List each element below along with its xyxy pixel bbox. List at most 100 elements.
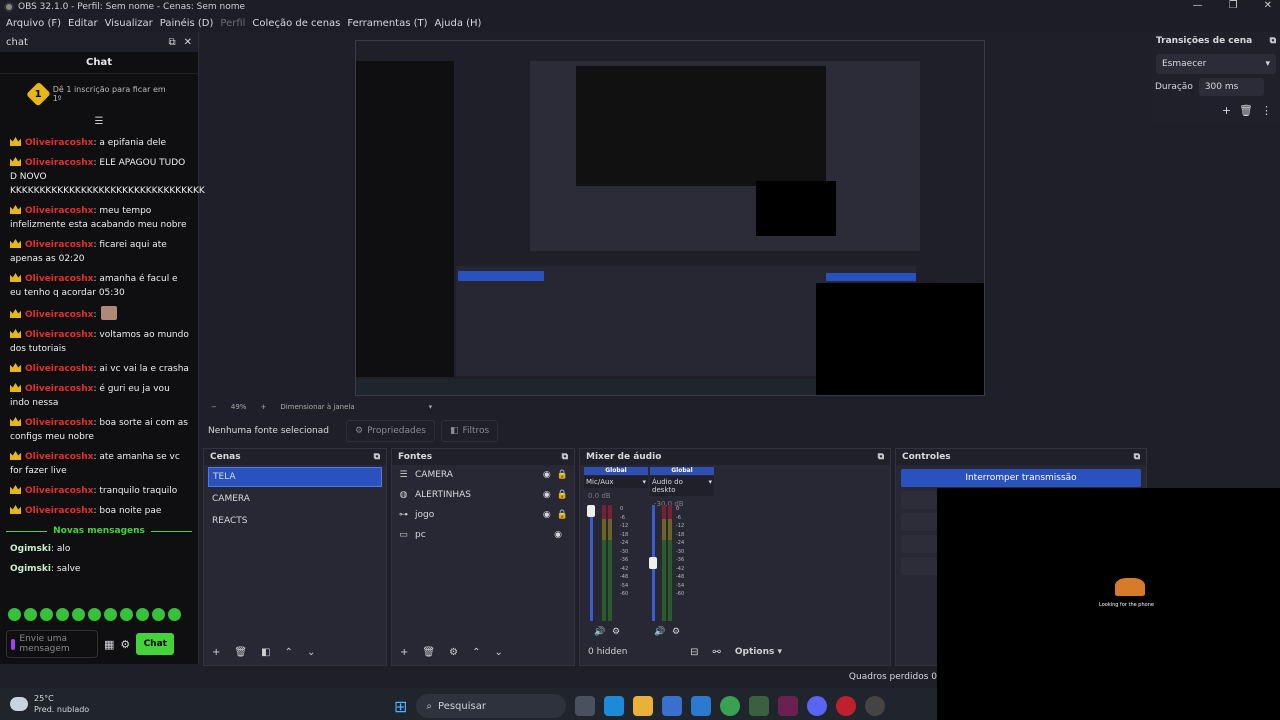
emote-icon[interactable] xyxy=(120,608,133,621)
emote-icon[interactable] xyxy=(136,608,149,621)
layout-icon[interactable]: ⊟ xyxy=(690,647,698,658)
more-icon[interactable]: ⋮ xyxy=(1261,104,1272,117)
emote-icon[interactable] xyxy=(104,608,117,621)
chat-input[interactable]: Envie uma mensagem xyxy=(6,630,98,658)
delete-scene-icon[interactable]: 🗑 xyxy=(234,647,247,658)
menu-colecao-cenas[interactable]: Coleção de cenas xyxy=(252,18,340,29)
mixer-channel-name[interactable]: Mic/Aux ▾ xyxy=(584,476,648,488)
source-item-camera[interactable]: ☰ CAMERA ◉ 🔒 xyxy=(392,465,574,485)
undock-icon[interactable]: ⧉ xyxy=(1134,452,1140,462)
chat-username[interactable]: Oliveiracoshx xyxy=(25,486,93,496)
add-transition-button[interactable]: + xyxy=(1222,104,1231,117)
menu-editar[interactable]: Editar xyxy=(68,18,98,29)
transition-select[interactable]: Esmaecer ▾ xyxy=(1156,54,1276,74)
lock-icon[interactable]: 🔒 xyxy=(557,470,568,480)
mic-icon[interactable] xyxy=(11,638,16,650)
delete-transition-icon[interactable]: 🗑 xyxy=(1239,104,1253,117)
menu-arquivo[interactable]: Arquivo (F) xyxy=(6,18,61,29)
scene-item-camera[interactable]: CAMERA xyxy=(208,489,382,509)
move-up-icon[interactable]: ⌃ xyxy=(285,647,293,658)
move-down-icon[interactable]: ⌄ xyxy=(307,647,315,658)
filters-button[interactable]: ◧ Filtros xyxy=(440,419,499,442)
mixer-options-button[interactable]: Options ▾ xyxy=(735,647,782,657)
file-explorer-icon[interactable] xyxy=(633,696,654,716)
duration-input[interactable]: 300 ms xyxy=(1198,78,1264,96)
move-down-icon[interactable]: ⌄ xyxy=(494,647,502,658)
source-item-alertinhas[interactable]: ◍ ALERTINHAS ◉ 🔒 xyxy=(392,485,574,505)
weather-widget[interactable]: 25°C Pred. nublado xyxy=(0,693,89,715)
source-settings-icon[interactable]: ⚙ xyxy=(449,647,458,658)
zoom-out-button[interactable]: − xyxy=(211,403,217,411)
capcut-icon[interactable] xyxy=(778,696,799,716)
chat-username[interactable]: Ogimski xyxy=(10,564,51,574)
emote-icon[interactable] xyxy=(40,608,53,621)
menu-ajuda[interactable]: Ajuda (H) xyxy=(435,18,482,29)
chat-username[interactable]: Oliveiracoshx xyxy=(25,310,93,320)
source-item-pc[interactable]: ▭ pc ◉ xyxy=(392,525,574,545)
undock-icon[interactable]: ⧉ xyxy=(562,452,568,462)
undock-icon[interactable]: ⧉ xyxy=(1270,36,1276,46)
chat-username[interactable]: Oliveiracoshx xyxy=(25,384,93,394)
emote-icon[interactable] xyxy=(8,608,21,621)
outlook-icon[interactable] xyxy=(691,696,712,716)
maximize-button[interactable]: ❐ xyxy=(1229,0,1238,11)
menu-visualizar[interactable]: Visualizar xyxy=(105,18,153,29)
chat-username[interactable]: Oliveiracoshx xyxy=(25,138,93,148)
chat-username[interactable]: Oliveiracoshx xyxy=(25,240,93,250)
stop-streaming-button[interactable]: Interromper transmissão xyxy=(901,469,1141,487)
chat-username[interactable]: Oliveiracoshx xyxy=(25,206,93,216)
chevron-down-icon[interactable]: ▾ xyxy=(429,403,433,411)
store-icon[interactable] xyxy=(662,696,683,716)
add-source-button[interactable]: + xyxy=(400,647,408,658)
emote-icon[interactable] xyxy=(56,608,69,621)
new-messages-divider[interactable]: Novas mensagens xyxy=(0,526,198,536)
add-scene-button[interactable]: + xyxy=(212,647,220,658)
sub-goal[interactable]: 1 Dê 1 inscrição para ficar em 1º xyxy=(0,74,198,112)
menu-ferramentas[interactable]: Ferramentas (T) xyxy=(347,18,427,29)
minimize-button[interactable]: — xyxy=(1193,0,1203,11)
scene-item-reacts[interactable]: REACTS xyxy=(208,511,382,531)
chat-username[interactable]: Oliveiracoshx xyxy=(25,330,93,340)
chat-username[interactable]: Ogimski xyxy=(10,544,51,554)
undock-icon[interactable]: ⧉ xyxy=(374,452,380,462)
scene-filter-icon[interactable]: ◧ xyxy=(261,647,270,658)
properties-button[interactable]: ⚙ Propriedades xyxy=(346,419,435,442)
chat-send-button[interactable]: Chat xyxy=(136,633,175,655)
windows-start-icon[interactable]: ⊞ xyxy=(394,697,407,716)
channel-settings-icon[interactable]: ⚙ xyxy=(612,627,620,637)
zoom-in-button[interactable]: + xyxy=(260,403,266,411)
menu-perfil[interactable]: Perfil xyxy=(220,18,245,29)
obs-taskbar-icon[interactable] xyxy=(865,696,886,716)
pinned-icon[interactable]: ☰ xyxy=(0,116,198,130)
menu-paineis[interactable]: Painéis (D) xyxy=(160,18,214,29)
chat-username[interactable]: Oliveiracoshx xyxy=(25,274,93,284)
chat-username[interactable]: Oliveiracoshx xyxy=(25,158,93,168)
zoom-mode-select[interactable]: Dimensionar à janela xyxy=(280,403,354,411)
task-view-icon[interactable] xyxy=(575,696,596,716)
preview-capture[interactable] xyxy=(355,40,985,396)
lock-icon[interactable]: 🔒 xyxy=(557,490,568,500)
undock-icon[interactable]: ⧉ xyxy=(878,452,884,462)
visibility-eye-icon[interactable]: ◉ xyxy=(543,510,551,520)
store-icon[interactable]: ▦ xyxy=(104,638,114,651)
hidden-count[interactable]: 0 hidden xyxy=(588,647,627,657)
minecraft-icon[interactable] xyxy=(749,696,770,716)
fader-knob[interactable] xyxy=(649,557,657,569)
mixer-channel-name[interactable]: Áudio do deskto ▾ xyxy=(650,476,714,496)
source-item-jogo[interactable]: ⊶ jogo ◉ 🔒 xyxy=(392,505,574,525)
emote-icon[interactable] xyxy=(168,608,181,621)
move-up-icon[interactable]: ⌃ xyxy=(472,647,480,658)
emote-icon[interactable] xyxy=(88,608,101,621)
visibility-eye-icon[interactable]: ◉ xyxy=(543,490,551,500)
opera-icon[interactable] xyxy=(836,696,857,716)
undock-icon[interactable]: ⧉ xyxy=(168,37,175,48)
volume-fader[interactable] xyxy=(590,505,593,621)
settings-icon[interactable]: ⚙ xyxy=(120,638,130,651)
chat-username[interactable]: Oliveiracoshx xyxy=(25,418,93,428)
delete-source-icon[interactable]: 🗑 xyxy=(422,647,435,658)
lock-icon[interactable]: 🔒 xyxy=(557,510,568,520)
emote-icon[interactable] xyxy=(24,608,37,621)
chat-username[interactable]: Oliveiracoshx xyxy=(25,364,93,374)
visibility-eye-icon[interactable]: ◉ xyxy=(554,530,562,540)
mute-speaker-icon[interactable]: 🔊 xyxy=(654,627,665,637)
